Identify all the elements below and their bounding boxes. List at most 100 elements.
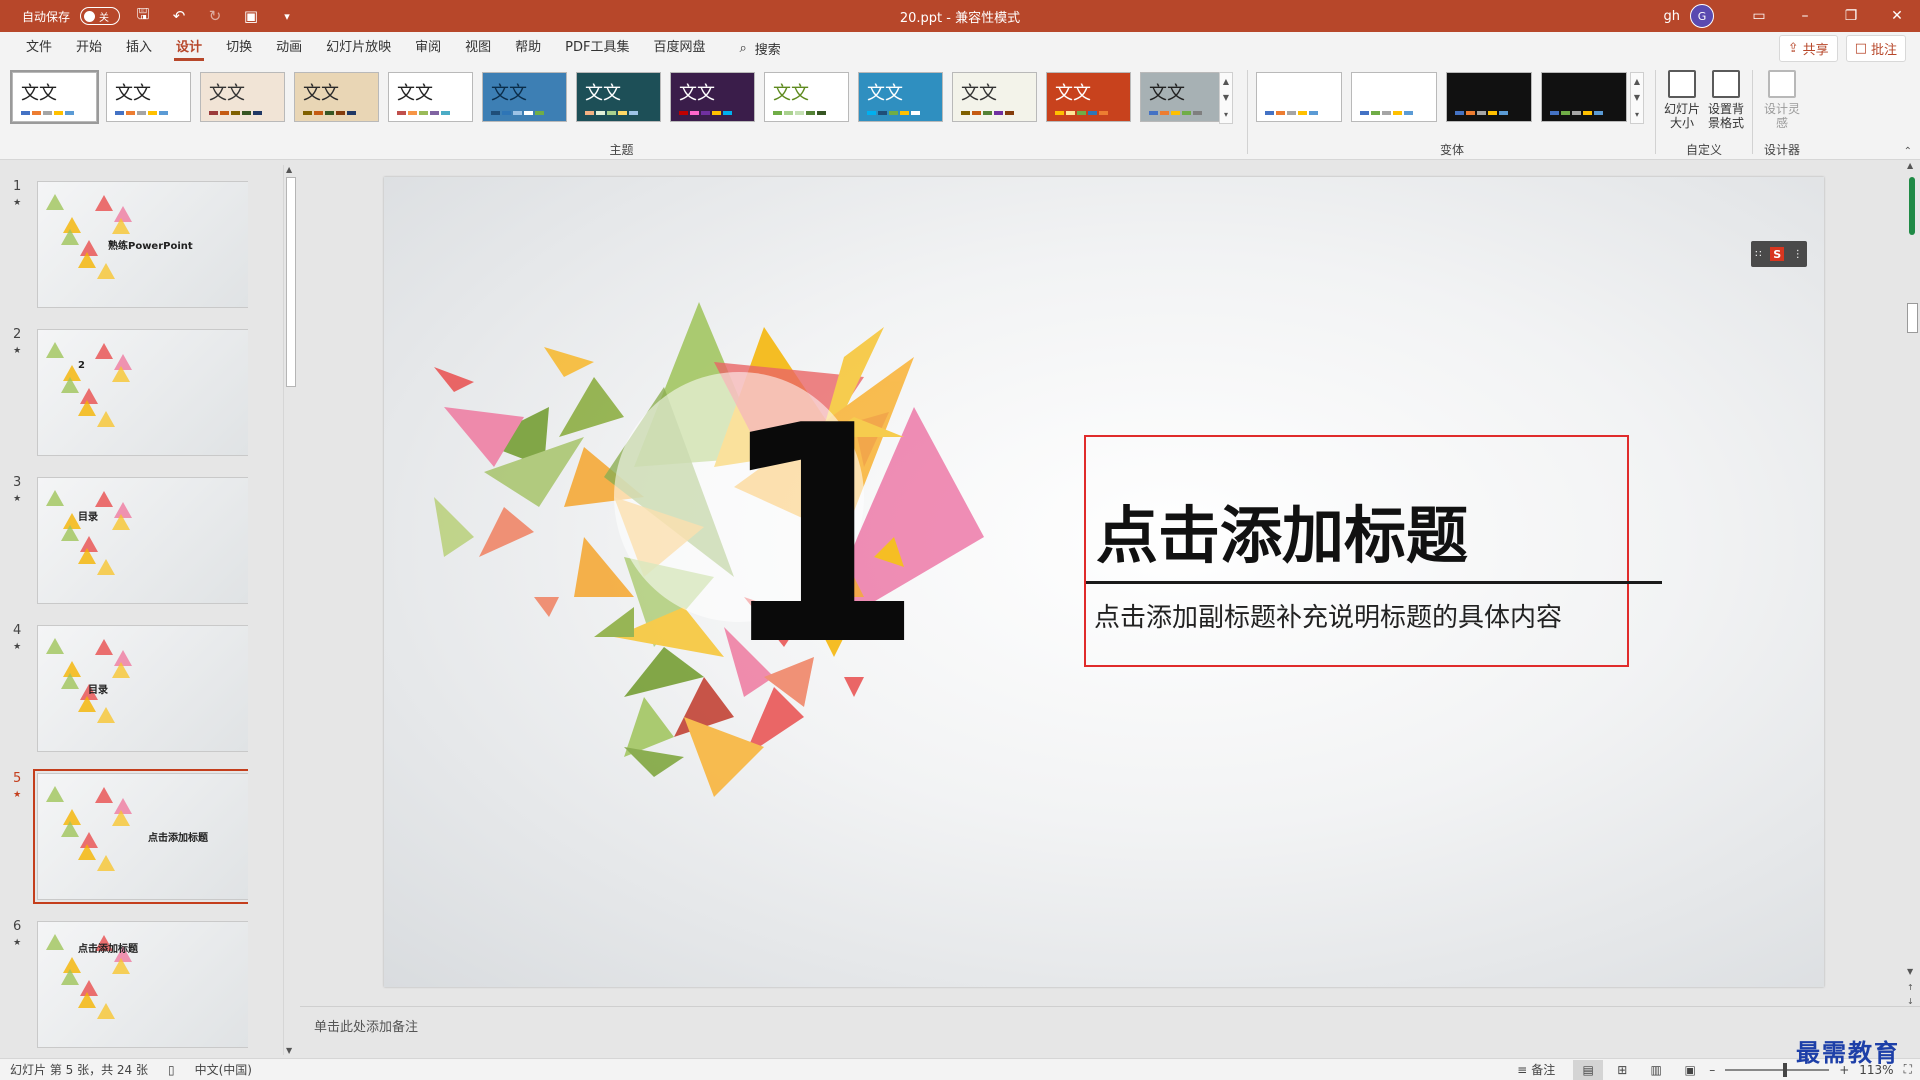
normal-view-icon[interactable]: ▤	[1573, 1059, 1604, 1080]
undo-icon[interactable]: ↶	[166, 4, 192, 28]
slide-thumbnail[interactable]: 6 ★ 点击添加标题	[0, 901, 248, 1048]
tab-view[interactable]: 视图	[453, 32, 503, 64]
variant-gallery-scroll[interactable]: ▲ ▼ ▾	[1630, 72, 1644, 124]
theme-thumbnail[interactable]: 文文	[388, 72, 473, 122]
save-icon[interactable]: 🖫	[130, 4, 156, 28]
present-from-start-icon[interactable]: ▣	[238, 4, 264, 28]
spellcheck-icon[interactable]: ▯	[158, 1063, 185, 1077]
zoom-out-icon[interactable]: –	[1709, 1063, 1715, 1077]
tab-baidu-netdisk[interactable]: 百度网盘	[641, 32, 717, 64]
variant-thumbnail[interactable]	[1446, 72, 1532, 122]
design-ideas-button[interactable]: 设计灵感	[1760, 70, 1804, 130]
slide-number: 5 ★	[13, 771, 21, 803]
tab-slideshow[interactable]: 幻灯片放映	[314, 32, 403, 64]
scroll-up-icon[interactable]: ▲	[286, 165, 292, 174]
theme-thumbnail[interactable]: 文文	[670, 72, 755, 122]
tab-design[interactable]: 设计	[164, 32, 214, 64]
title-placeholder-box[interactable]: 点击添加标题 点击添加副标题补充说明标题的具体内容	[1084, 435, 1662, 667]
search-box[interactable]: ⌕ 搜索	[740, 39, 781, 58]
theme-thumbnail[interactable]: 文文	[764, 72, 849, 122]
slide-counter: 幻灯片 第 5 张，共 24 张	[10, 1063, 148, 1077]
user-name[interactable]: gh	[1664, 9, 1681, 24]
section-number[interactable]: 1	[716, 387, 925, 687]
slide-sorter-view-icon[interactable]: ⊞	[1607, 1060, 1637, 1080]
variant-thumbnail[interactable]	[1351, 72, 1437, 122]
slide-scrollbar[interactable]: ▲ ▼ ↑ ↓	[1905, 161, 1920, 1006]
notes-placeholder[interactable]: 单击此处添加备注	[314, 1016, 418, 1035]
fit-to-window-icon[interactable]: ⛶	[1904, 1062, 1912, 1077]
slide-title[interactable]: 点击添加标题	[1096, 485, 1468, 575]
chevron-up-icon[interactable]: ▲	[1223, 77, 1229, 86]
scroll-down-icon[interactable]: ▼	[1907, 967, 1913, 976]
theme-thumbnail[interactable]: 文文	[200, 72, 285, 122]
share-button[interactable]: ⇪ 共享	[1778, 34, 1838, 62]
theme-thumbnail[interactable]: 文文	[1046, 72, 1131, 122]
theme-sample-text: 文文	[397, 83, 433, 104]
comments-button[interactable]: □ 批注	[1845, 34, 1906, 62]
thumbnail-scrollbar[interactable]: ▲ ▼	[283, 165, 297, 1055]
slide-thumbnail[interactable]: 2 ★ 2	[0, 309, 248, 456]
ime-toolbar[interactable]: ∷ S ⋮	[1751, 241, 1807, 267]
tab-transitions[interactable]: 切换	[214, 32, 264, 64]
theme-thumbnail[interactable]: 文文	[1140, 72, 1225, 122]
scroll-up-icon[interactable]: ▲	[1907, 161, 1913, 170]
slide-thumbnail[interactable]: 1 ★ 熟练PowerPoint	[0, 161, 248, 308]
tab-file[interactable]: 文件	[14, 32, 64, 64]
variant-thumbnail[interactable]	[1256, 72, 1342, 122]
reading-view-icon[interactable]: ▥	[1641, 1060, 1671, 1080]
theme-thumbnail[interactable]: 文文	[858, 72, 943, 122]
previous-slide-icon[interactable]: ↑	[1907, 983, 1914, 992]
language-indicator[interactable]: 中文(中国)	[185, 1061, 262, 1078]
slide-thumbnail[interactable]: 4 ★ 目录	[0, 605, 248, 752]
slideshow-view-icon[interactable]: ▣	[1675, 1060, 1705, 1080]
theme-sample-text: 文文	[679, 83, 715, 104]
tab-help[interactable]: 帮助	[503, 32, 553, 64]
tab-animations[interactable]: 动画	[264, 32, 314, 64]
minimize-icon[interactable]: –	[1782, 0, 1828, 32]
zoom-knob[interactable]	[1783, 1062, 1788, 1077]
scroll-thumb[interactable]	[1907, 303, 1918, 333]
theme-thumbnail[interactable]: 文文	[10, 70, 99, 124]
collapse-ribbon-icon[interactable]: ⌃	[1904, 146, 1912, 157]
notes-toggle-label[interactable]: 备注	[1531, 1061, 1555, 1078]
current-slide[interactable]: 1 点击添加标题 点击添加副标题补充说明标题的具体内容 ∷ S ⋮	[384, 177, 1824, 987]
format-background-button[interactable]: 设置背景格式	[1704, 70, 1748, 130]
scroll-down-icon[interactable]: ▼	[286, 1046, 292, 1055]
restore-icon[interactable]: ❐	[1828, 0, 1874, 32]
tab-insert[interactable]: 插入	[114, 32, 164, 64]
slide-size-button[interactable]: 幻灯片大小	[1660, 70, 1704, 130]
variant-thumbnail[interactable]	[1541, 72, 1627, 122]
zoom-slider[interactable]	[1725, 1062, 1830, 1077]
redo-icon[interactable]: ↻	[202, 4, 228, 28]
more-icon[interactable]: ▾	[1224, 110, 1228, 119]
slide-subtitle[interactable]: 点击添加副标题补充说明标题的具体内容	[1094, 597, 1562, 634]
theme-gallery-scroll[interactable]: ▲ ▼ ▾	[1219, 72, 1233, 124]
tab-home[interactable]: 开始	[64, 32, 114, 64]
theme-thumbnail[interactable]: 文文	[106, 72, 191, 122]
slide-thumbnail[interactable]: 3 ★ 目录	[0, 457, 248, 604]
animation-star-icon: ★	[13, 938, 22, 948]
tab-review[interactable]: 审阅	[403, 32, 453, 64]
more-icon[interactable]: ▾	[1635, 110, 1639, 119]
chevron-down-icon[interactable]: ▼	[1223, 93, 1229, 102]
chevron-down-icon[interactable]: ▼	[1634, 93, 1640, 102]
close-icon[interactable]: ✕	[1874, 0, 1920, 32]
theme-thumbnail[interactable]: 文文	[576, 72, 661, 122]
autosave-toggle[interactable]: 关	[80, 7, 121, 25]
theme-thumbnail[interactable]: 文文	[952, 72, 1037, 122]
theme-thumbnail[interactable]: 文文	[294, 72, 379, 122]
avatar[interactable]: G	[1690, 4, 1714, 28]
slide-editing-area: 1 点击添加标题 点击添加副标题补充说明标题的具体内容 ∷ S ⋮	[300, 161, 1900, 1006]
customize-qat-icon[interactable]: ▾	[274, 4, 300, 28]
scroll-thumb[interactable]	[286, 177, 296, 387]
next-slide-icon[interactable]: ↓	[1907, 997, 1914, 1006]
slide-thumbnail[interactable]: 5 ★ 点击添加标题	[0, 753, 248, 904]
theme-thumbnail[interactable]: 文文	[482, 72, 567, 122]
theme-sample-text: 文文	[1055, 83, 1091, 104]
notes-pane[interactable]: 单击此处添加备注	[300, 1006, 1920, 1058]
tab-pdf-tools[interactable]: PDF工具集	[553, 32, 641, 64]
notes-toggle-icon[interactable]: ≡	[1517, 1063, 1527, 1077]
chevron-up-icon[interactable]: ▲	[1634, 77, 1640, 86]
customize-group-label: 自定义	[1685, 143, 1722, 157]
ribbon-display-options-icon[interactable]: ▭	[1736, 0, 1782, 32]
